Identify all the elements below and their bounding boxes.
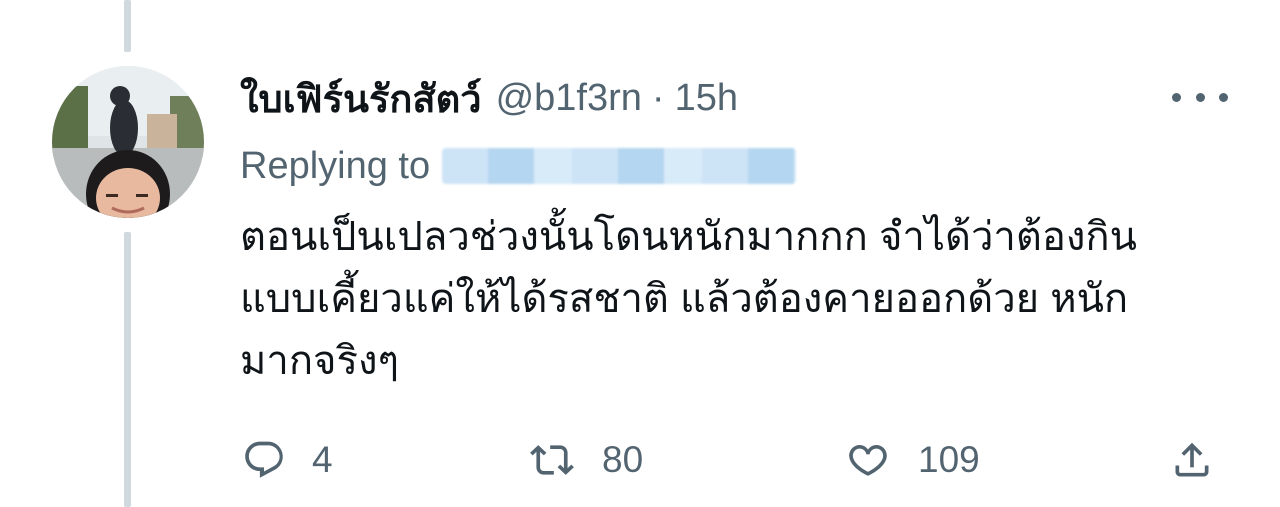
timestamp[interactable]: 15h (675, 77, 738, 120)
tweet-text-line: แบบเคี้ยวแค่ให้ได้รสชาติ แล้วต้องคายออกด… (240, 277, 1129, 321)
retweet-count: 80 (602, 439, 644, 480)
reply-count: 4 (312, 439, 333, 480)
tweet-actions: 4 80 109 (0, 428, 1280, 492)
tweet-text: ตอนเป็นเปลวช่วงนั้นโดนหนักมากกก จำได้ว่า… (240, 206, 1230, 392)
share-icon (1175, 442, 1209, 477)
tweet-text-line: มากจริงๆ (240, 339, 399, 383)
replying-to-label: Replying to (240, 144, 431, 187)
tweet-text-line: ตอนเป็นเปลวช่วงนั้นโดนหนักมากกก จำได้ว่า… (240, 215, 1137, 259)
display-name[interactable]: ใบเฟิร์นรักสัตว์ (240, 68, 482, 129)
more-options-button[interactable] (1172, 82, 1228, 112)
heart-icon (849, 444, 887, 476)
thread-connector-top (124, 0, 131, 52)
like-count: 109 (918, 439, 980, 480)
replying-to-handle-redacted[interactable] (442, 148, 797, 184)
user-handle[interactable]: @b1f3rn (496, 77, 642, 120)
tweet-header: ใบเฟิร์นรักสัตว์ @b1f3rn · 15h (240, 70, 738, 126)
separator-dot: · (651, 76, 665, 119)
share-button[interactable] (1170, 428, 1214, 492)
retweet-button[interactable]: 80 (528, 428, 643, 492)
like-button[interactable]: 109 (844, 428, 980, 492)
retweet-icon (530, 445, 574, 475)
replying-to: Replying to (240, 138, 797, 194)
reply-icon (245, 441, 283, 478)
reply-button[interactable]: 4 (242, 428, 333, 492)
more-horizontal-icon (1172, 92, 1181, 102)
avatar[interactable] (52, 66, 204, 218)
